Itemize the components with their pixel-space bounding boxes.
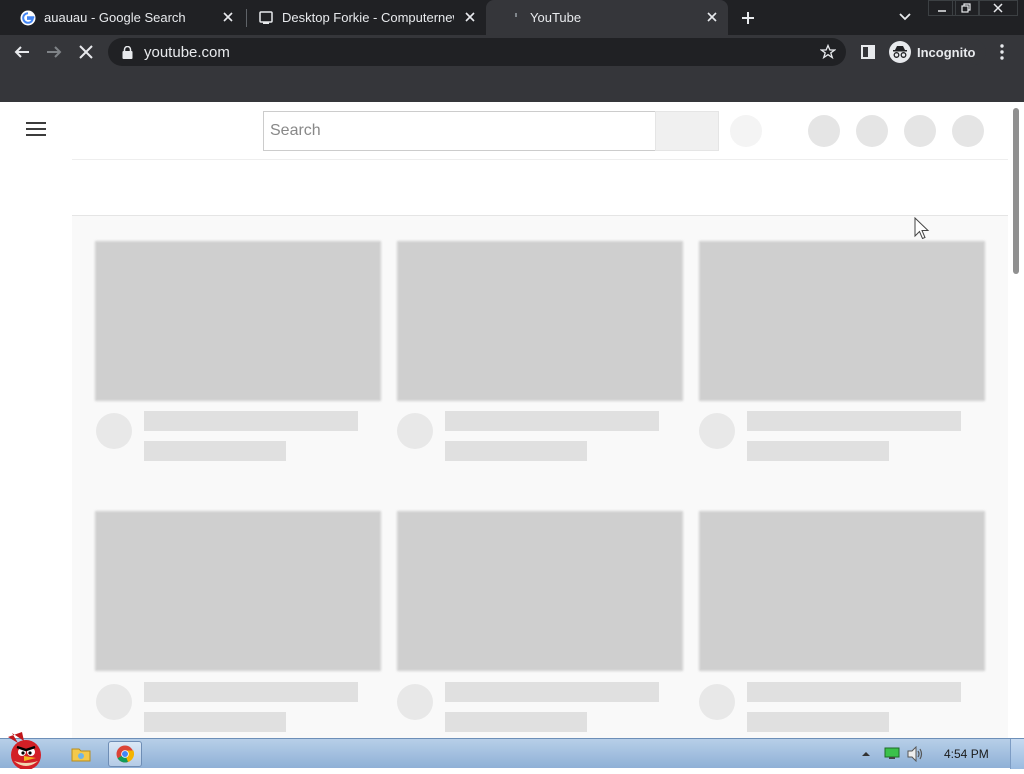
- taskbar: 4:54 PM: [0, 732, 1024, 770]
- page-scrollbar[interactable]: [1008, 102, 1024, 738]
- video-thumbnail-placeholder: [699, 241, 985, 401]
- tray-expand-icon[interactable]: [861, 749, 871, 759]
- tab-google-search[interactable]: auauau - Google Search: [0, 0, 244, 35]
- mouse-cursor-icon: [914, 217, 930, 240]
- kebab-menu-icon[interactable]: [990, 40, 1014, 64]
- meta-placeholder: [445, 712, 587, 732]
- title-placeholder: [144, 682, 358, 702]
- hamburger-menu-icon[interactable]: [26, 122, 46, 138]
- start-button[interactable]: [2, 731, 50, 770]
- header-icon-placeholder: [904, 115, 936, 147]
- title-placeholder: [747, 682, 961, 702]
- browser-toolbar: youtube.com Incognito: [0, 35, 1024, 69]
- back-arrow-icon[interactable]: [10, 40, 34, 64]
- chrome-taskbar-icon[interactable]: [108, 741, 142, 767]
- video-thumbnail-placeholder: [397, 241, 683, 401]
- bookmark-bar: [0, 69, 1024, 102]
- url-text: youtube.com: [144, 43, 230, 61]
- meta-placeholder: [144, 712, 286, 732]
- meta-placeholder: [747, 712, 889, 732]
- mic-placeholder: [730, 115, 762, 147]
- tab-title: YouTube: [530, 10, 582, 25]
- search-button[interactable]: [655, 111, 719, 151]
- google-icon: [20, 10, 36, 26]
- tab-strip: auauau - Google Search Desktop Forkie - …: [0, 0, 1024, 35]
- meta-placeholder: [445, 441, 587, 461]
- meta-placeholder: [144, 441, 286, 461]
- explorer-folder-icon[interactable]: [64, 741, 98, 767]
- meta-placeholder: [747, 441, 889, 461]
- channel-avatar-placeholder: [96, 413, 132, 449]
- close-tab-icon[interactable]: [462, 9, 478, 25]
- search-placeholder: Search: [270, 122, 321, 139]
- header-icon-placeholder: [856, 115, 888, 147]
- chevron-down-icon[interactable]: [896, 8, 914, 26]
- tab-youtube[interactable]: YouTube: [486, 0, 728, 35]
- taskbar-clock[interactable]: 4:54 PM: [944, 747, 989, 761]
- lock-icon: [120, 45, 134, 59]
- side-panel-icon[interactable]: [856, 40, 880, 64]
- scrollbar-thumb[interactable]: [1013, 108, 1019, 274]
- guide-sidebar: [0, 159, 72, 738]
- header-icon-placeholder: [808, 115, 840, 147]
- title-placeholder: [445, 411, 659, 431]
- search-input[interactable]: Search: [263, 111, 656, 151]
- volume-icon[interactable]: [906, 746, 924, 762]
- video-thumbnail-placeholder: [699, 511, 985, 671]
- channel-avatar-placeholder: [699, 413, 735, 449]
- channel-avatar-placeholder: [397, 413, 433, 449]
- channel-avatar-placeholder: [397, 684, 433, 720]
- tab-computernewb[interactable]: Desktop Forkie - Computernew: [238, 0, 486, 35]
- computernewb-icon: [258, 10, 274, 26]
- show-desktop-button[interactable]: [1010, 739, 1024, 769]
- incognito-profile-button[interactable]: Incognito: [886, 39, 986, 65]
- incognito-icon: [889, 41, 911, 63]
- avatar-placeholder: [952, 115, 984, 147]
- close-tab-icon[interactable]: [220, 9, 236, 25]
- youtube-header: Search: [0, 102, 1008, 159]
- angry-bird-icon: [8, 732, 41, 770]
- restore-icon[interactable]: [952, 0, 980, 16]
- new-tab-icon[interactable]: [736, 6, 760, 30]
- youtube-page: Search: [0, 102, 1024, 738]
- profile-label: Incognito: [917, 44, 976, 60]
- tab-title: auauau - Google Search: [44, 10, 186, 25]
- video-thumbnail-placeholder: [95, 511, 381, 671]
- video-thumbnail-placeholder: [95, 241, 381, 401]
- bookmark-star-icon[interactable]: [819, 43, 837, 60]
- channel-avatar-placeholder: [699, 684, 735, 720]
- tab-title: Desktop Forkie - Computernew: [282, 10, 454, 25]
- title-placeholder: [144, 411, 358, 431]
- title-placeholder: [445, 682, 659, 702]
- close-tab-icon[interactable]: [704, 9, 720, 25]
- video-thumbnail-placeholder: [397, 511, 683, 671]
- address-bar[interactable]: youtube.com: [108, 38, 846, 66]
- channel-avatar-placeholder: [96, 684, 132, 720]
- loading-icon: [508, 10, 524, 26]
- stop-loading-icon[interactable]: [74, 40, 98, 64]
- chip-bar: [72, 159, 1008, 216]
- close-window-icon[interactable]: [978, 0, 1018, 16]
- network-icon[interactable]: [884, 747, 900, 760]
- forward-arrow-icon[interactable]: [42, 40, 66, 64]
- title-placeholder: [747, 411, 961, 431]
